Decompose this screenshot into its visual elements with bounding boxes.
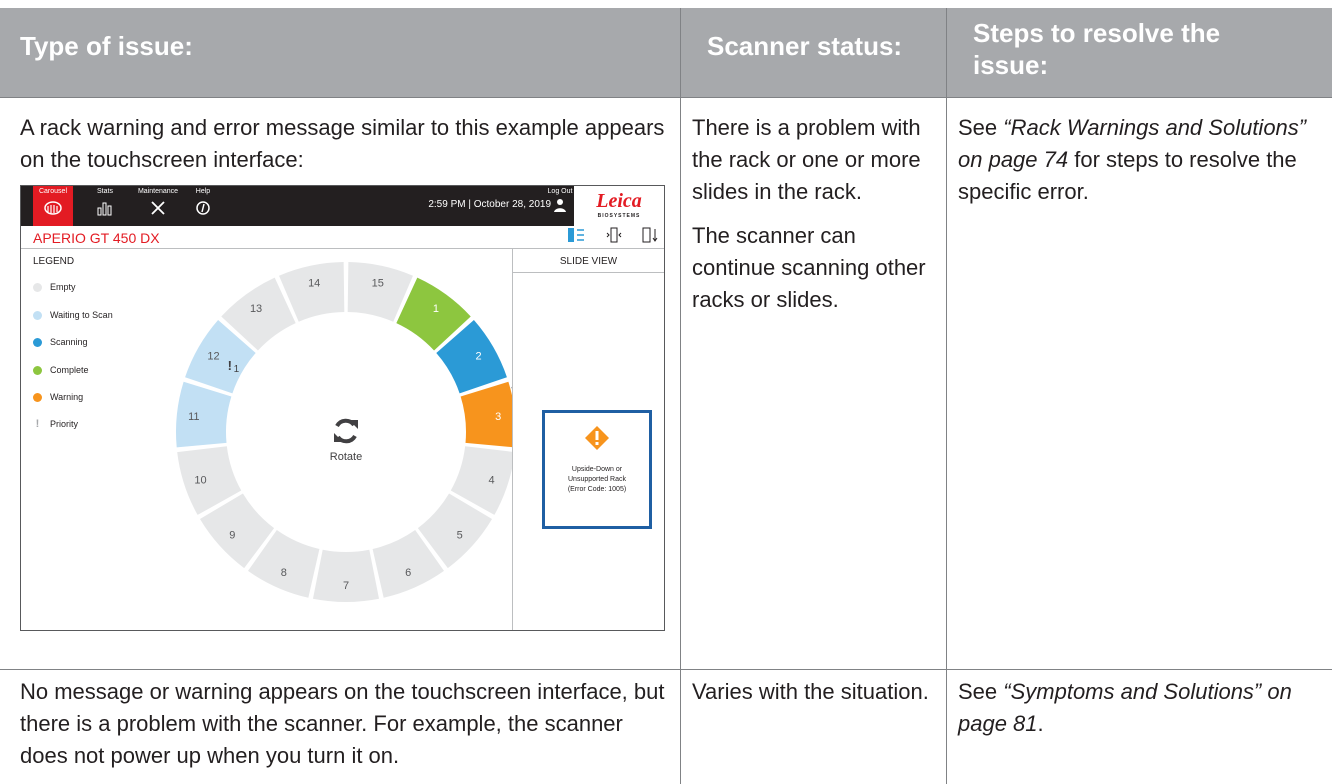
column-divider <box>680 8 681 784</box>
steps-text: See “Symptoms and Solutions” on page 81. <box>958 676 1313 740</box>
rack-number: 10 <box>194 474 206 486</box>
header-type-of-issue: Type of issue: <box>0 8 680 97</box>
rack-view-icon[interactable] <box>641 227 659 247</box>
slide-view-divider <box>512 248 513 630</box>
rack-number: 5 <box>457 529 463 541</box>
priority-marker: ! <box>228 358 232 373</box>
issue-text: No message or warning appears on the tou… <box>20 679 665 768</box>
rack-number: 15 <box>372 277 384 289</box>
leica-logo: Leica BIOSYSTEMS <box>574 186 664 226</box>
rack-number: 12 <box>207 351 219 363</box>
status-text: The scanner can continue scanning other … <box>692 223 926 312</box>
row1-issue: A rack warning and error message similar… <box>20 112 670 176</box>
rack-carousel: 1234567891011121314 15! 1Rotate <box>175 262 512 602</box>
error-line: Unsupported Rack <box>568 476 626 483</box>
rack-number: 11 <box>188 411 199 423</box>
steps-text: See “Rack Warnings and Solutions” on pag… <box>958 112 1313 208</box>
rack-number: 8 <box>281 567 287 579</box>
brand-name: Leica <box>596 190 642 212</box>
rack-slot-11[interactable] <box>175 381 232 448</box>
brand-sub: BIOSYSTEMS <box>597 213 641 219</box>
rack-number: 13 <box>250 303 262 315</box>
steps-prefix: See <box>958 115 1004 140</box>
rack-number: 7 <box>343 580 349 592</box>
issue-text: A rack warning and error message similar… <box>20 115 665 172</box>
warning-diamond-icon <box>545 425 649 456</box>
steps-prefix: See <box>958 679 1004 704</box>
issues-table: Type of issue: Scanner status: Steps to … <box>0 8 1332 784</box>
rack-number: 9 <box>229 529 235 541</box>
rack-number: 3 <box>495 411 501 423</box>
slide-view-title-divider <box>513 272 664 273</box>
rack-number: 1 <box>433 303 439 315</box>
slide-view-title: SLIDE VIEW <box>559 256 618 267</box>
symptoms-solutions-link[interactable]: “Symptoms and Solutions” on page 81 <box>958 679 1292 736</box>
row2-status: Varies with the situation. <box>692 676 937 708</box>
header-label: Steps to resolve the issue: <box>973 18 1221 80</box>
header-label: Scanner status: <box>707 31 903 61</box>
list-view-icon[interactable] <box>567 227 585 247</box>
error-slide-card[interactable]: Upside-Down or Unsupported Rack (Error C… <box>542 410 652 529</box>
user-icon <box>545 197 575 215</box>
row2-issue: No message or warning appears on the tou… <box>20 676 670 772</box>
row-divider <box>0 97 1332 98</box>
error-line: Upside-Down or <box>571 466 623 473</box>
status-text: Varies with the situation. <box>692 679 929 704</box>
row-divider <box>0 669 1332 670</box>
rack-number: 2 <box>475 351 481 363</box>
header-scanner-status: Scanner status: <box>681 8 946 97</box>
logout-button[interactable]: Log Out <box>545 186 575 215</box>
row1-steps: See “Rack Warnings and Solutions” on pag… <box>958 112 1313 208</box>
rack-slot-7[interactable] <box>312 549 380 602</box>
touchscreen-example: Carousel Stats Maintenance Help 2:59 PM … <box>20 185 665 631</box>
header-steps-to-resolve: Steps to resolve the issue: <box>947 8 1332 97</box>
priority-number: 1 <box>234 364 240 375</box>
rotate-label: Rotate <box>330 451 362 463</box>
column-divider <box>946 8 947 784</box>
logout-label: Log Out <box>547 188 573 195</box>
rack-number: 4 <box>488 474 494 486</box>
error-message: Upside-Down or Unsupported Rack (Error C… <box>547 465 647 495</box>
status-text: There is a problem with the rack or one … <box>692 115 921 204</box>
rack-number: 14 <box>308 277 320 289</box>
row2-steps: See “Symptoms and Solutions” on page 81. <box>958 676 1313 740</box>
rack-number: 6 <box>405 567 411 579</box>
row1-status: There is a problem with the rack or one … <box>692 112 937 316</box>
rotate-icon[interactable] <box>334 418 358 444</box>
steps-suffix: . <box>1037 711 1044 736</box>
rack-slot-3[interactable] <box>460 381 512 448</box>
error-line: (Error Code: 1005) <box>567 486 627 493</box>
header-label: Type of issue: <box>20 31 193 61</box>
slide-view-icon[interactable] <box>605 227 623 247</box>
